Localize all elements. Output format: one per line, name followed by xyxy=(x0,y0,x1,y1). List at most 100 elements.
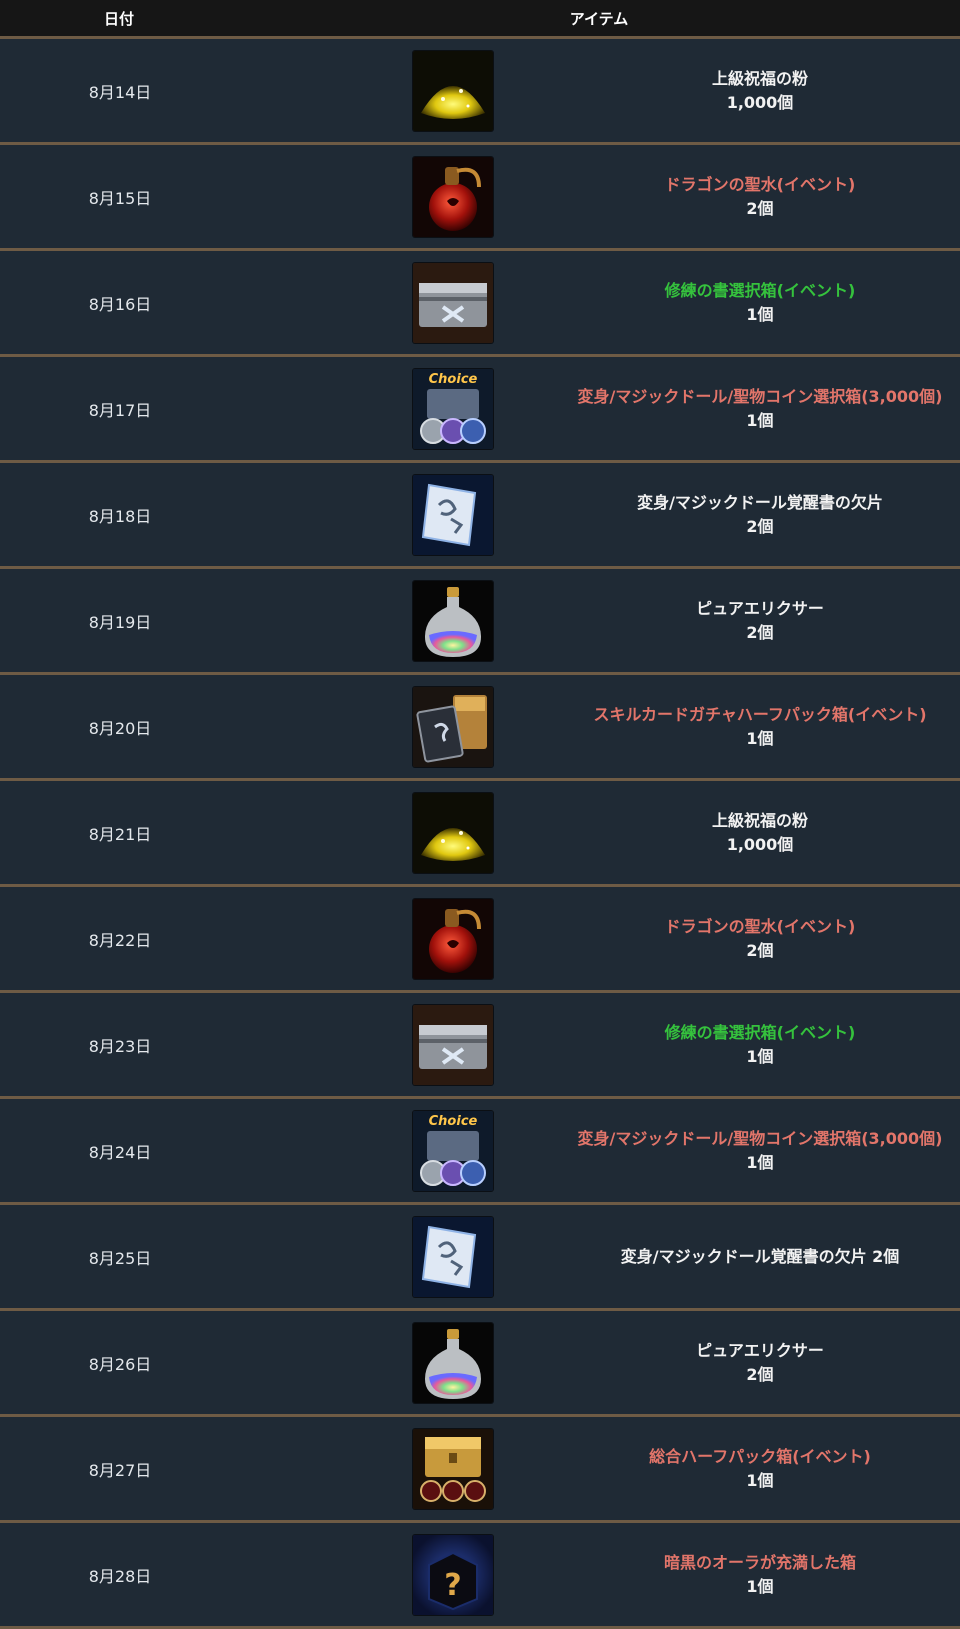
half-pack-box-icon xyxy=(412,1428,493,1509)
item-icon-cell xyxy=(240,1428,560,1509)
item-name: ピュアエリクサー xyxy=(696,598,824,618)
dragon-holy-water-icon xyxy=(412,156,493,237)
item-name: 暗黒のオーラが充満した箱 xyxy=(663,1552,856,1572)
item-icon-cell xyxy=(240,1322,560,1403)
item-text: 修練の書選択箱(イベント) 1個 xyxy=(560,279,960,327)
row-date: 8月23日 xyxy=(88,1036,152,1056)
choice-coin-box-icon: Choice xyxy=(412,1110,493,1191)
table-header: 日付 アイテム xyxy=(0,0,960,39)
table-row: 8月23日 修練の書選択箱(イベント) 1個 xyxy=(0,993,960,1099)
item-quantity: 1個 xyxy=(746,1046,774,1066)
header-item: アイテム xyxy=(569,9,629,28)
gold-powder-icon xyxy=(412,792,493,873)
dark-aura-box-icon: ? xyxy=(412,1534,493,1615)
table-row: 8月24日 Choice 変身/マジックドール/聖物コイン選択箱(3,000個)… xyxy=(0,1099,960,1205)
awakening-scroll-fragment-icon xyxy=(412,474,493,555)
item-icon-cell xyxy=(240,580,560,661)
item-icon-cell xyxy=(240,1216,560,1297)
table-body: 8月14日 上級祝福の粉 1,000個 8月15日 ドラゴンの聖水(イベント) 2個 8… xyxy=(0,39,960,1629)
item-icon-cell: Choice xyxy=(240,1110,560,1191)
item-quantity: 2個 xyxy=(746,940,774,960)
dragon-holy-water-icon xyxy=(412,898,493,979)
item-icon-cell xyxy=(240,156,560,237)
item-quantity: 1個 xyxy=(746,1576,774,1596)
row-date: 8月21日 xyxy=(88,824,152,844)
choice-coin-box-icon: Choice xyxy=(412,368,493,449)
item-icon-cell xyxy=(240,686,560,767)
row-date: 8月25日 xyxy=(88,1248,152,1268)
item-quantity: 2個 xyxy=(746,622,774,642)
item-icon-cell xyxy=(240,474,560,555)
item-name: 変身/マジックドール/聖物コイン選択箱(3,000個) xyxy=(577,386,943,406)
item-name: ピュアエリクサー xyxy=(696,1340,824,1360)
row-date: 8月28日 xyxy=(88,1566,152,1586)
item-text: ドラゴンの聖水(イベント) 2個 xyxy=(560,173,960,221)
item-name: 修練の書選択箱(イベント) xyxy=(664,280,856,300)
table-row: 8月27日 総合ハーフパック箱(イベント) 1個 xyxy=(0,1417,960,1523)
table-row: 8月18日 変身/マジックドール覚醒書の欠片 2個 xyxy=(0,463,960,569)
item-quantity: 1個 xyxy=(746,1152,774,1172)
item-icon-cell xyxy=(240,898,560,979)
item-quantity: 1,000個 xyxy=(726,834,794,854)
item-text: 総合ハーフパック箱(イベント) 1個 xyxy=(560,1445,960,1493)
row-date: 8月14日 xyxy=(88,82,152,102)
item-quantity: 1個 xyxy=(746,410,774,430)
item-name: 変身/マジックドール覚醒書の欠片 2個 xyxy=(620,1246,900,1266)
row-date: 8月19日 xyxy=(88,612,152,632)
item-text: 変身/マジックドール/聖物コイン選択箱(3,000個) 1個 xyxy=(560,1127,960,1175)
item-quantity: 2個 xyxy=(746,516,774,536)
table-row: 8月25日 変身/マジックドール覚醒書の欠片 2個 xyxy=(0,1205,960,1311)
item-icon-cell xyxy=(240,1004,560,1085)
item-quantity: 2個 xyxy=(746,198,774,218)
table-row: 8月20日 スキルカードガチャハーフパック箱(イベント) 1個 xyxy=(0,675,960,781)
item-name: 上級祝福の粉 xyxy=(711,810,808,830)
item-text: 変身/マジックドール/聖物コイン選択箱(3,000個) 1個 xyxy=(560,385,960,433)
table-row: 8月17日 Choice 変身/マジックドール/聖物コイン選択箱(3,000個)… xyxy=(0,357,960,463)
item-text: ドラゴンの聖水(イベント) 2個 xyxy=(560,915,960,963)
item-name: 上級祝福の粉 xyxy=(711,68,808,88)
svg-text:Choice: Choice xyxy=(428,372,477,387)
row-date: 8月20日 xyxy=(88,718,152,738)
pure-elixir-icon xyxy=(412,580,493,661)
item-quantity: 2個 xyxy=(746,1364,774,1384)
row-date: 8月16日 xyxy=(88,294,152,314)
login-reward-table: 日付 アイテム 8月14日 上級祝福の粉 1,000個 8月15日 ドラゴンの聖水(… xyxy=(0,0,960,1629)
item-name: 総合ハーフパック箱(イベント) xyxy=(649,1446,871,1466)
item-name: スキルカードガチャハーフパック箱(イベント) xyxy=(593,704,927,724)
table-row: 8月21日 上級祝福の粉 1,000個 xyxy=(0,781,960,887)
item-text: 変身/マジックドール覚醒書の欠片 2個 xyxy=(560,491,960,539)
header-date: 日付 xyxy=(103,9,134,28)
item-icon-cell xyxy=(240,50,560,131)
item-text: ピュアエリクサー 2個 xyxy=(560,597,960,645)
svg-text:Choice: Choice xyxy=(428,1114,477,1129)
item-text: 変身/マジックドール覚醒書の欠片 2個 xyxy=(560,1245,960,1269)
item-icon-cell xyxy=(240,792,560,873)
item-name: ドラゴンの聖水(イベント) xyxy=(664,916,856,936)
row-date: 8月24日 xyxy=(88,1142,152,1162)
gold-powder-icon xyxy=(412,50,493,131)
svg-text:?: ? xyxy=(444,1568,461,1603)
pure-elixir-icon xyxy=(412,1322,493,1403)
item-text: 上級祝福の粉 1,000個 xyxy=(560,809,960,857)
row-date: 8月15日 xyxy=(88,188,152,208)
row-date: 8月18日 xyxy=(88,506,152,526)
row-date: 8月26日 xyxy=(88,1354,152,1374)
item-text: スキルカードガチャハーフパック箱(イベント) 1個 xyxy=(560,703,960,751)
item-text: ピュアエリクサー 2個 xyxy=(560,1339,960,1387)
row-date: 8月27日 xyxy=(88,1460,152,1480)
training-book-box-icon xyxy=(412,1004,493,1085)
item-name: 変身/マジックドール/聖物コイン選択箱(3,000個) xyxy=(577,1128,943,1148)
table-row: 8月14日 上級祝福の粉 1,000個 xyxy=(0,39,960,145)
training-book-box-icon xyxy=(412,262,493,343)
table-row: 8月16日 修練の書選択箱(イベント) 1個 xyxy=(0,251,960,357)
awakening-scroll-fragment-icon xyxy=(412,1216,493,1297)
item-quantity: 1,000個 xyxy=(726,92,794,112)
item-quantity: 1個 xyxy=(746,728,774,748)
item-icon-cell xyxy=(240,262,560,343)
item-name: ドラゴンの聖水(イベント) xyxy=(664,174,856,194)
item-quantity: 1個 xyxy=(746,304,774,324)
table-row: 8月22日 ドラゴンの聖水(イベント) 2個 xyxy=(0,887,960,993)
item-quantity: 1個 xyxy=(746,1470,774,1490)
table-row: 8月15日 ドラゴンの聖水(イベント) 2個 xyxy=(0,145,960,251)
row-date: 8月22日 xyxy=(88,930,152,950)
